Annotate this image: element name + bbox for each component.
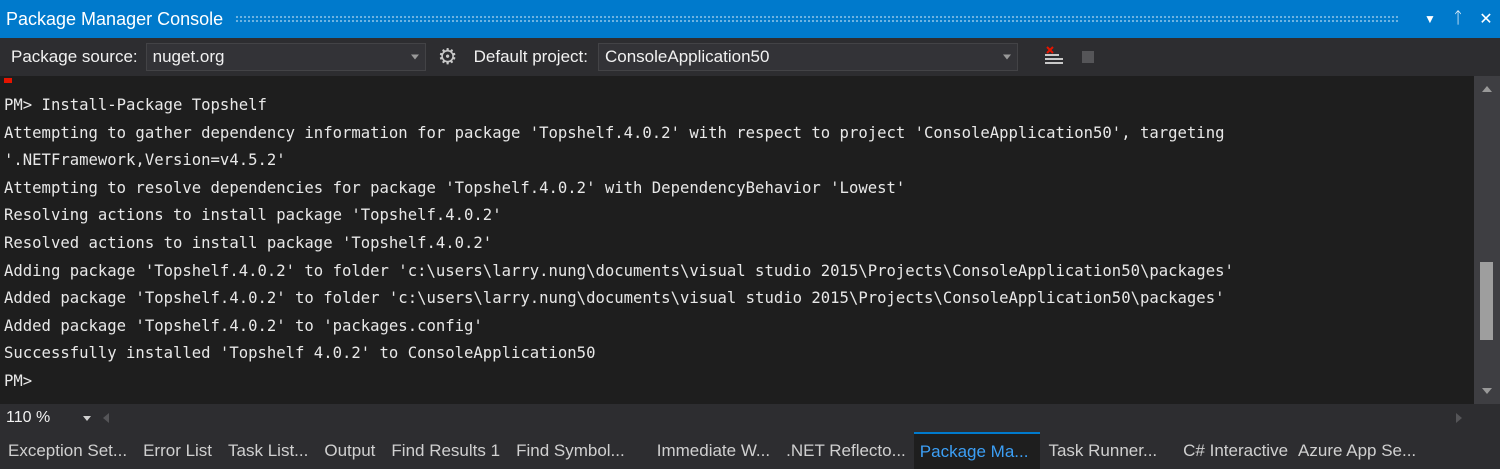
- console-line: Successfully installed 'Topshelf 4.0.2' …: [4, 344, 596, 363]
- window-title: Package Manager Console: [6, 8, 224, 29]
- console-line: Resolving actions to install package 'To…: [4, 206, 502, 225]
- error-marker: [4, 78, 12, 83]
- chevron-down-icon: [83, 416, 91, 421]
- default-project-value: ConsoleApplication50: [604, 47, 770, 66]
- scroll-left-icon[interactable]: [103, 413, 109, 423]
- scrollbar-thumb[interactable]: [1480, 262, 1493, 340]
- pin-icon[interactable]: ᛏ: [1444, 0, 1472, 38]
- close-icon[interactable]: ✕: [1472, 0, 1500, 38]
- titlebar-grip[interactable]: [235, 15, 1398, 23]
- package-source-combo[interactable]: nuget.org: [145, 43, 426, 71]
- tab-find-symbol-results[interactable]: Find Symbol...: [508, 432, 633, 469]
- console-line: PM> Install-Package Topshelf: [4, 96, 267, 114]
- tab-net-reflector[interactable]: .NET Reflecto...: [778, 432, 914, 469]
- zoom-strip: 110 %: [0, 404, 1500, 432]
- clear-console-icon[interactable]: [1040, 43, 1068, 71]
- tab-immediate-window[interactable]: Immediate W...: [649, 432, 778, 469]
- console-line: Attempting to gather dependency informat…: [4, 123, 1225, 142]
- default-project-combo[interactable]: ConsoleApplication50: [597, 43, 1018, 71]
- zoom-value: 110 %: [6, 409, 51, 426]
- tab-csharp-interactive[interactable]: C# Interactive: [1175, 432, 1292, 469]
- chevron-down-icon: [1002, 54, 1011, 60]
- tab-task-runner[interactable]: Task Runner...: [1040, 432, 1165, 469]
- console-line: Resolved actions to install package 'Top…: [4, 233, 493, 252]
- window-position-dropdown-icon[interactable]: ▼: [1416, 0, 1444, 38]
- tab-error-list[interactable]: Error List: [135, 432, 220, 469]
- package-source-label: Package source:: [11, 47, 138, 66]
- tab-azure-app-service[interactable]: Azure App Se...: [1292, 432, 1416, 469]
- tab-task-list[interactable]: Task List...: [220, 432, 316, 469]
- scroll-right-icon[interactable]: [1456, 413, 1462, 423]
- console-line: '.NETFramework,Version=v4.5.2': [4, 151, 286, 170]
- zoom-combo[interactable]: 110 %: [2, 407, 97, 429]
- console-toolbar: Package source: nuget.org ⚙ Default proj…: [0, 38, 1500, 76]
- stop-icon[interactable]: [1081, 51, 1094, 63]
- console-line: Attempting to resolve dependencies for p…: [4, 178, 906, 197]
- console-output[interactable]: PM> Install-Package Topshelf Attempting …: [0, 76, 1474, 404]
- default-project-label: Default project:: [473, 47, 588, 66]
- tool-window-titlebar[interactable]: Package Manager Console ▼ ᛏ ✕: [0, 0, 1500, 38]
- tab-exception-settings[interactable]: Exception Set...: [0, 432, 135, 469]
- vertical-scrollbar[interactable]: [1474, 76, 1500, 404]
- scroll-down-icon[interactable]: [1482, 388, 1492, 394]
- chevron-down-icon: [410, 54, 419, 60]
- tab-output[interactable]: Output: [316, 432, 383, 469]
- scroll-up-icon[interactable]: [1482, 86, 1492, 92]
- console-line: Added package 'Topshelf.4.0.2' to 'packa…: [4, 316, 483, 335]
- tool-window-tabs: Exception Set... Error List Task List...…: [0, 432, 1500, 469]
- console-prompt[interactable]: PM>: [4, 372, 32, 390]
- tab-find-results-1[interactable]: Find Results 1: [383, 432, 508, 469]
- console-text[interactable]: PM> Install-Package Topshelf Attempting …: [4, 92, 1234, 396]
- gear-icon[interactable]: ⚙: [434, 43, 462, 71]
- console-line: Adding package 'Topshelf.4.0.2' to folde…: [4, 261, 1234, 280]
- tab-package-manager[interactable]: Package Ma...: [913, 432, 1041, 469]
- package-source-value: nuget.org: [152, 47, 225, 66]
- console-line: Added package 'Topshelf.4.0.2' to folder…: [4, 289, 1225, 308]
